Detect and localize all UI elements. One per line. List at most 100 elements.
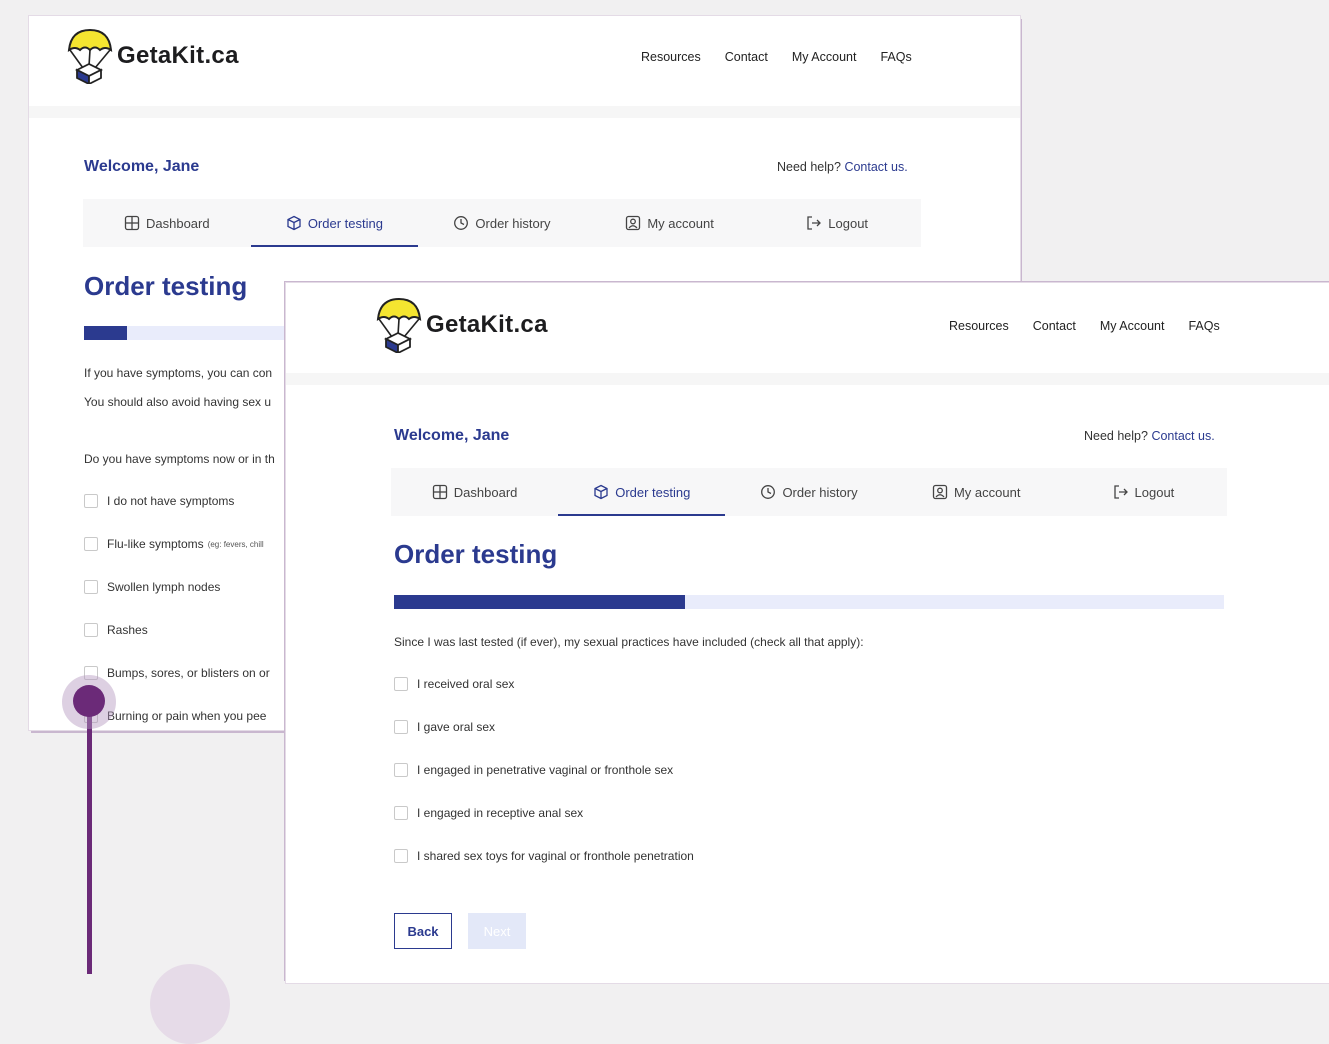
brand-name: GetaKit.ca <box>117 42 239 69</box>
option-label: I engaged in penetrative vaginal or fron… <box>417 763 674 777</box>
welcome-heading: Welcome, Jane <box>84 158 200 175</box>
nav-resources[interactable]: Resources <box>949 319 1009 333</box>
option-label: I shared sex toys for vaginal or frontho… <box>417 849 694 863</box>
contact-us-link[interactable]: Contact us. <box>844 160 907 174</box>
account-tabs: Dashboard Order testing Order history My… <box>83 199 921 247</box>
checkbox[interactable] <box>394 720 408 734</box>
order-progress-bar <box>394 595 1224 609</box>
option-note: (eg: fevers, chill <box>207 539 264 549</box>
tab-dashboard[interactable]: Dashboard <box>83 199 251 247</box>
practice-option-sex-toys[interactable]: I shared sex toys for vaginal or frontho… <box>394 849 694 863</box>
tab-order-history-label: Order history <box>782 484 858 500</box>
tab-logout[interactable]: Logout <box>1060 468 1227 516</box>
option-label: I engaged in receptive anal sex <box>417 806 584 820</box>
site-header: GetaKit.ca Resources Contact My Account … <box>29 16 1020 118</box>
option-label: Rashes <box>107 623 148 637</box>
symptom-option-bumps[interactable]: Bumps, sores, or blisters on or <box>84 666 270 680</box>
tab-logout-label: Logout <box>1134 484 1175 500</box>
help-text: Need help? Contact us. <box>777 160 908 174</box>
option-label: I gave oral sex <box>417 720 496 734</box>
tab-my-account[interactable]: My account <box>586 199 754 247</box>
checkbox[interactable] <box>394 806 408 820</box>
grid-icon <box>124 215 140 231</box>
tab-order-testing[interactable]: Order testing <box>558 468 726 516</box>
top-nav: Resources Contact My Account FAQs <box>641 50 912 64</box>
site-logo[interactable]: GetaKit.ca <box>374 297 548 353</box>
grid-icon <box>432 484 447 500</box>
practice-option-receptive-anal[interactable]: I engaged in receptive anal sex <box>394 806 583 820</box>
connector-dot <box>73 685 105 717</box>
checkbox[interactable] <box>394 763 408 777</box>
logout-icon <box>1113 485 1128 499</box>
nav-my-account[interactable]: My Account <box>1100 319 1165 333</box>
tab-order-history[interactable]: Order history <box>725 468 892 516</box>
order-progress-fill <box>84 326 127 340</box>
tab-order-testing[interactable]: Order testing <box>250 199 419 247</box>
nav-faqs[interactable]: FAQs <box>1188 319 1219 333</box>
symptom-option-lymph[interactable]: Swollen lymph nodes <box>84 580 220 594</box>
symptom-option-flu[interactable]: Flu-like symptoms (eg: fevers, chill <box>84 537 264 551</box>
clock-icon <box>761 485 776 499</box>
tab-order-history[interactable]: Order history <box>418 199 586 247</box>
tab-logout-label: Logout <box>828 215 869 231</box>
practice-option-received-oral[interactable]: I received oral sex <box>394 677 514 691</box>
symptom-option-rashes[interactable]: Rashes <box>84 623 148 637</box>
nav-resources[interactable]: Resources <box>641 50 701 64</box>
symptom-option-none[interactable]: I do not have symptoms <box>84 494 234 508</box>
nav-contact[interactable]: Contact <box>1033 319 1076 333</box>
checkbox[interactable] <box>84 623 98 637</box>
user-icon <box>626 215 641 231</box>
parachute-box-icon <box>67 28 113 84</box>
practice-option-gave-oral[interactable]: I gave oral sex <box>394 720 495 734</box>
top-nav: Resources Contact My Account FAQs <box>949 319 1220 333</box>
checkbox[interactable] <box>84 580 98 594</box>
brand-name: GetaKit.ca <box>426 311 548 338</box>
parachute-box-icon <box>376 297 422 353</box>
intro-text-1: If you have symptoms, you can con <box>84 366 273 380</box>
option-label: Burning or pain when you pee <box>107 709 267 723</box>
tab-my-account-label: My account <box>647 215 714 231</box>
help-prefix: Need help? <box>1084 429 1148 443</box>
tab-my-account[interactable]: My account <box>893 468 1060 516</box>
tab-dashboard[interactable]: Dashboard <box>391 468 558 516</box>
contact-us-link[interactable]: Contact us. <box>1151 429 1214 443</box>
site-logo[interactable]: GetaKit.ca <box>65 28 239 84</box>
help-prefix: Need help? <box>777 160 841 174</box>
tab-order-testing-label: Order testing <box>307 215 383 231</box>
front-screenshot-window: GetaKit.ca Resources Contact My Account … <box>286 283 1329 983</box>
box-icon <box>287 215 301 231</box>
decorative-circle <box>150 964 230 1044</box>
account-tabs: Dashboard Order testing Order history My… <box>391 468 1227 516</box>
tab-my-account-label: My account <box>953 484 1021 500</box>
tab-order-history-label: Order history <box>475 215 551 231</box>
option-label: Flu-like symptoms <box>107 537 204 551</box>
nav-faqs[interactable]: FAQs <box>880 50 911 64</box>
tab-dashboard-label: Dashboard <box>145 215 210 231</box>
site-header: GetaKit.ca Resources Contact My Account … <box>286 283 1329 385</box>
checkbox[interactable] <box>394 677 408 691</box>
welcome-heading: Welcome, Jane <box>394 427 510 444</box>
intro-text-2: You should also avoid having sex u <box>84 395 272 409</box>
practice-option-penetrative[interactable]: I engaged in penetrative vaginal or fron… <box>394 763 673 777</box>
logout-icon <box>807 216 822 230</box>
option-label: Swollen lymph nodes <box>107 580 221 594</box>
connector-line <box>87 700 92 974</box>
next-button[interactable]: Next <box>468 913 526 949</box>
help-text: Need help? Contact us. <box>1084 429 1215 443</box>
user-icon <box>932 484 948 500</box>
nav-my-account[interactable]: My Account <box>792 50 857 64</box>
option-label: I received oral sex <box>417 677 515 691</box>
back-button[interactable]: Back <box>394 913 452 949</box>
checkbox[interactable] <box>394 849 408 863</box>
tab-logout[interactable]: Logout <box>753 199 921 247</box>
option-label: Bumps, sores, or blisters on or <box>107 666 270 680</box>
practices-question: Since I was last tested (if ever), my se… <box>394 635 864 649</box>
checkbox[interactable] <box>84 494 98 508</box>
tab-order-testing-label: Order testing <box>615 484 691 500</box>
box-icon <box>594 484 608 500</box>
nav-contact[interactable]: Contact <box>725 50 768 64</box>
page-title: Order testing <box>394 539 558 569</box>
checkbox[interactable] <box>84 537 98 551</box>
page-title: Order testing <box>84 271 248 301</box>
symptoms-question: Do you have symptoms now or in th <box>84 452 275 466</box>
